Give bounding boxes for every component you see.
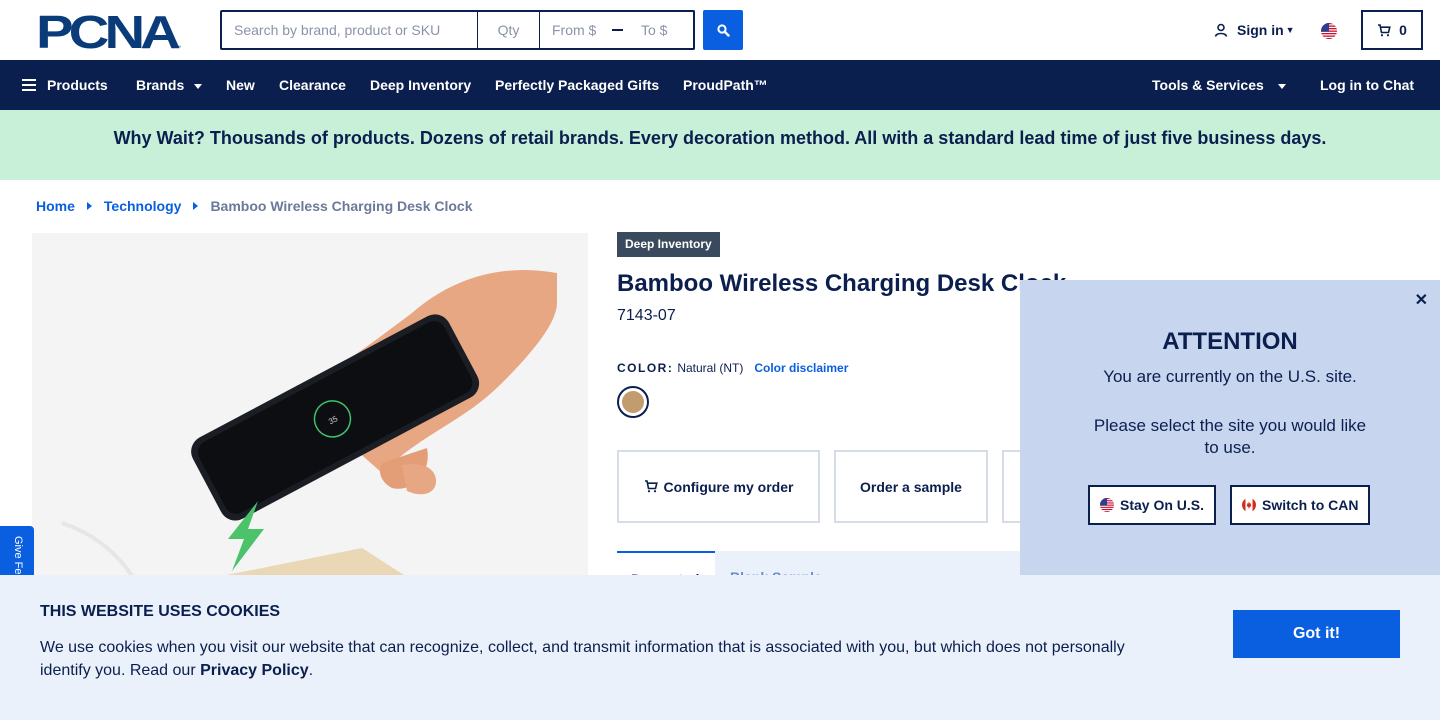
log-in-to-chat-link[interactable]: Log in to Chat: [1320, 60, 1414, 110]
breadcrumb-current: Bamboo Wireless Charging Desk Clock: [210, 198, 473, 214]
cart-button[interactable]: 0: [1361, 10, 1423, 50]
cookie-text: We use cookies when you visit our websit…: [40, 639, 1125, 679]
cookie-accept-button[interactable]: Got it!: [1233, 610, 1400, 658]
configure-order-button[interactable]: Configure my order: [617, 450, 820, 523]
price-range-dash: [612, 29, 623, 31]
svg-text:™: ™: [176, 45, 181, 50]
user-icon: [1214, 23, 1228, 37]
nav-new[interactable]: New: [226, 60, 255, 110]
nav-products-label: Products: [47, 77, 108, 93]
qty-input[interactable]: [478, 10, 540, 50]
color-row: COLOR: Natural (NT) Color disclaimer: [617, 361, 848, 375]
cart-icon: [644, 480, 658, 493]
nav-deep-inventory[interactable]: Deep Inventory: [370, 60, 471, 110]
breadcrumb-technology[interactable]: Technology: [104, 198, 182, 214]
attention-message: You are currently on the U.S. site.: [1103, 367, 1357, 386]
switch-to-can-button[interactable]: Switch to CAN: [1230, 485, 1371, 525]
attention-title: ATTENTION: [1162, 328, 1298, 355]
order-sample-button[interactable]: Order a sample: [834, 450, 988, 523]
configure-order-label: Configure my order: [663, 478, 794, 495]
price-range: [540, 10, 695, 50]
pcna-logo[interactable]: PCNA ™: [36, 12, 184, 50]
cart-icon: [1378, 23, 1391, 36]
nav-brands-label: Brands: [136, 77, 185, 93]
cookie-banner: THIS WEBSITE USES COOKIES We use cookies…: [0, 575, 1440, 720]
nav-brands[interactable]: Brands: [136, 60, 203, 110]
site-header: PCNA ™ Sign in ▼ 0: [0, 0, 1440, 60]
breadcrumb-separator-icon: [86, 202, 92, 210]
canada-flag-icon: [1242, 498, 1257, 512]
breadcrumb-separator-icon: [193, 202, 199, 210]
promo-banner: Why Wait? Thousands of products. Dozens …: [0, 110, 1440, 180]
price-from-input[interactable]: [540, 22, 604, 38]
site-buttons: Stay On U.S. Switch to CAN: [1088, 485, 1384, 525]
chevron-down-icon: [1277, 83, 1286, 89]
nav-perfectly-packaged-gifts[interactable]: Perfectly Packaged Gifts: [495, 60, 659, 110]
svg-text:PCNA: PCNA: [36, 12, 179, 50]
main-nav: Products Brands New Clearance Deep Inven…: [0, 60, 1440, 110]
site-select-modal: ✕ ATTENTION You are currently on the U.S…: [1020, 280, 1440, 580]
nav-clearance[interactable]: Clearance: [279, 60, 346, 110]
cookie-title: THIS WEBSITE USES COOKIES: [40, 603, 281, 620]
attention-instruction: Please select the site you would like to…: [1093, 416, 1367, 457]
product-title: Bamboo Wireless Charging Desk Clock: [617, 270, 1067, 297]
color-value: Natural (NT): [677, 361, 744, 375]
color-label: COLOR:: [617, 361, 674, 375]
breadcrumb: Home Technology Bamboo Wireless Charging…: [36, 198, 473, 214]
us-flag-icon[interactable]: [1321, 23, 1337, 39]
stay-on-us-button[interactable]: Stay On U.S.: [1088, 485, 1217, 525]
search-icon: [716, 23, 730, 37]
order-sample-label: Order a sample: [860, 478, 962, 495]
swatch-fill: [622, 391, 644, 413]
product-sku: 7143-07: [617, 307, 676, 324]
nav-proudpath[interactable]: ProudPath™: [683, 60, 768, 110]
price-to-input[interactable]: [629, 22, 693, 38]
deep-inventory-badge: Deep Inventory: [617, 232, 720, 257]
switch-to-can-label: Switch to CAN: [1262, 497, 1359, 513]
search-button[interactable]: [703, 10, 743, 50]
color-swatch-natural[interactable]: [617, 386, 649, 418]
nav-products[interactable]: Products: [22, 60, 108, 110]
search-group: [220, 10, 695, 50]
color-disclaimer-link[interactable]: Color disclaimer: [754, 361, 848, 375]
nav-tools-label: Tools & Services: [1152, 77, 1264, 93]
sign-in-label: Sign in: [1237, 22, 1284, 38]
chevron-down-icon: [194, 83, 203, 89]
chevron-down-icon: ▼: [1285, 25, 1295, 35]
cart-count: 0: [1399, 22, 1407, 38]
breadcrumb-home[interactable]: Home: [36, 198, 75, 214]
sign-in-button[interactable]: Sign in ▼: [1214, 22, 1295, 38]
stay-on-us-label: Stay On U.S.: [1120, 497, 1205, 513]
nav-tools-services[interactable]: Tools & Services: [1152, 60, 1286, 110]
hamburger-icon: [22, 79, 36, 92]
search-input[interactable]: [220, 10, 478, 50]
us-flag-icon: [1100, 498, 1114, 512]
privacy-policy-link[interactable]: Privacy Policy: [200, 662, 309, 679]
close-icon[interactable]: ✕: [1415, 290, 1428, 310]
